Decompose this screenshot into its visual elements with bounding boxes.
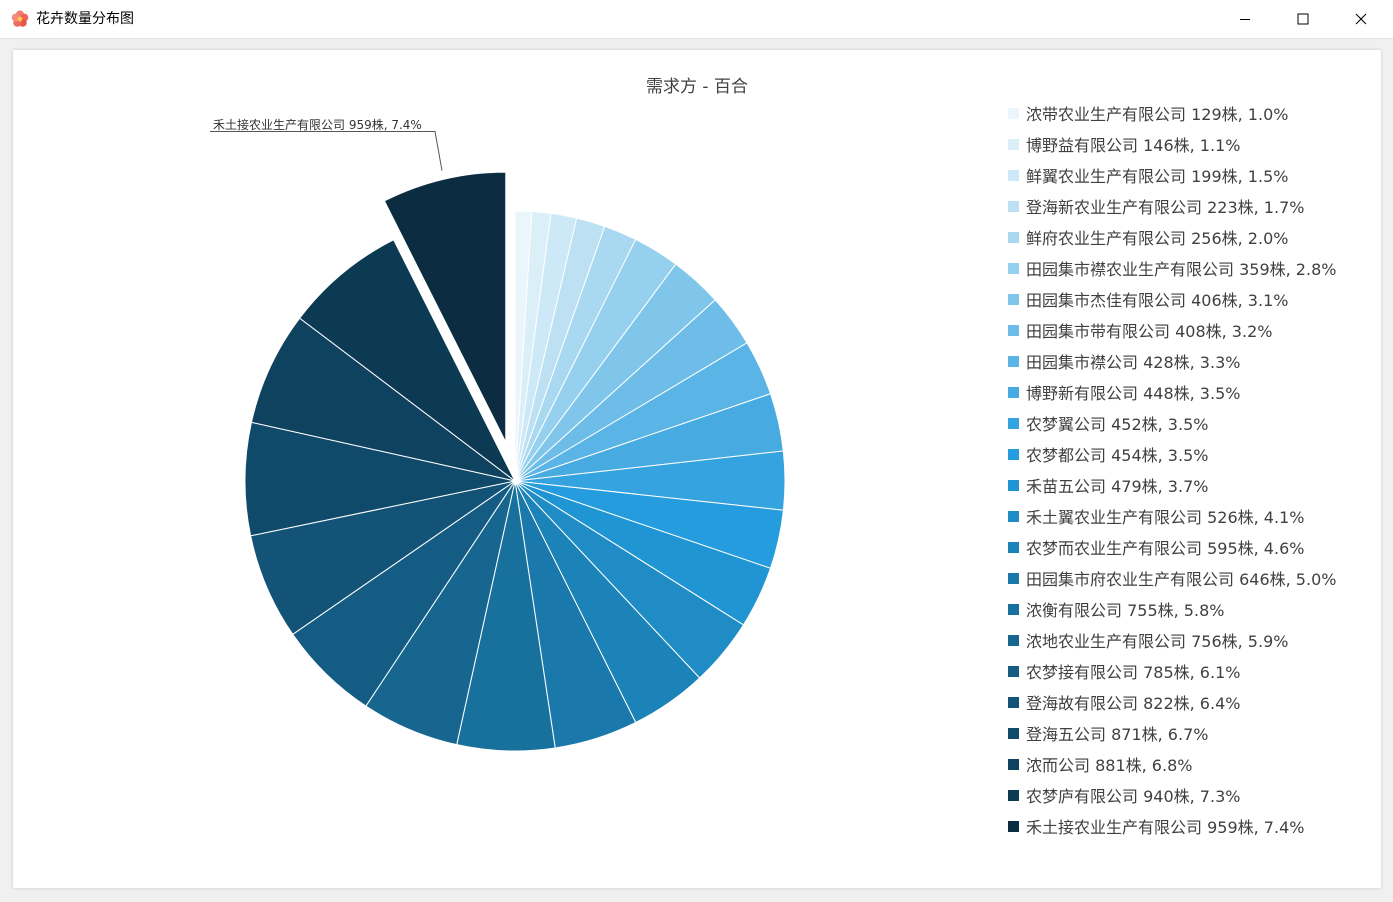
legend-swatch: [1008, 169, 1019, 181]
legend-item[interactable]: 田园集市杰佳有限公司 406株, 3.1%: [1008, 288, 1288, 310]
legend-swatch: [1008, 386, 1019, 398]
legend-label: 农梦接有限公司 785株, 6.1%: [1026, 663, 1241, 682]
legend-label: 浓衡有限公司 755株, 5.8%: [1026, 601, 1225, 620]
legend-swatch: [1008, 758, 1019, 770]
legend-label: 浓地农业生产有限公司 756株, 5.9%: [1026, 632, 1289, 651]
legend-item[interactable]: 禾土翼农业生产有限公司 526株, 4.1%: [1008, 505, 1304, 527]
legend-item[interactable]: 禾苗五公司 479株, 3.7%: [1008, 474, 1208, 496]
legend-item[interactable]: 博野新有限公司 448株, 3.5%: [1008, 381, 1240, 403]
legend-item[interactable]: 浓衡有限公司 755株, 5.8%: [1008, 598, 1224, 620]
legend-item[interactable]: 鲜翼农业生产有限公司 199株, 1.5%: [1008, 164, 1288, 186]
legend-label: 登海故有限公司 822株, 6.4%: [1026, 694, 1241, 713]
legend-item[interactable]: 农梦翼公司 452株, 3.5%: [1008, 412, 1208, 434]
minimize-button[interactable]: [1216, 0, 1274, 38]
legend-swatch: [1008, 448, 1019, 460]
maximize-icon: [1297, 13, 1309, 25]
legend-label: 鲜府农业生产有限公司 256株, 2.0%: [1026, 229, 1289, 248]
chart-panel: 需求方 - 百合 禾土接农业生产有限公司 959株, 7.4% 浓带农业生产有限…: [13, 50, 1381, 888]
window-titlebar: 花卉数量分布图: [0, 0, 1393, 39]
legend-label: 田园集市襟农业生产有限公司 359株, 2.8%: [1026, 260, 1337, 279]
legend-label: 田园集市杰佳有限公司 406株, 3.1%: [1026, 291, 1289, 310]
legend-label: 农梦都公司 454株, 3.5%: [1026, 446, 1209, 465]
maximize-button[interactable]: [1274, 0, 1332, 38]
legend-label: 农梦庐有限公司 940株, 7.3%: [1026, 787, 1241, 806]
legend-label: 登海五公司 871株, 6.7%: [1026, 725, 1209, 744]
legend-item[interactable]: 禾土接农业生产有限公司 959株, 7.4%: [1008, 815, 1304, 837]
legend-item[interactable]: 浓带农业生产有限公司 129株, 1.0%: [1008, 102, 1288, 124]
legend-swatch: [1008, 541, 1019, 553]
minimize-icon: [1240, 19, 1250, 20]
legend-label: 田园集市襟公司 428株, 3.3%: [1026, 353, 1241, 372]
legend-swatch: [1008, 200, 1019, 212]
legend-item[interactable]: 登海故有限公司 822株, 6.4%: [1008, 691, 1240, 713]
legend-label: 登海新农业生产有限公司 223株, 1.7%: [1026, 198, 1305, 217]
legend-swatch: [1008, 293, 1019, 305]
legend-swatch: [1008, 820, 1019, 832]
flower-app-icon: [11, 10, 29, 27]
legend-item[interactable]: 登海五公司 871株, 6.7%: [1008, 722, 1208, 744]
exploded-slice-callout-label: 禾土接农业生产有限公司 959株, 7.4%: [213, 118, 422, 132]
legend-label: 博野新有限公司 448株, 3.5%: [1026, 384, 1241, 403]
legend-item[interactable]: 田园集市带有限公司 408株, 3.2%: [1008, 319, 1272, 341]
legend-label: 田园集市带有限公司 408株, 3.2%: [1026, 322, 1273, 341]
legend-item[interactable]: 田园集市襟农业生产有限公司 359株, 2.8%: [1008, 257, 1336, 279]
legend-swatch: [1008, 696, 1019, 708]
legend-label: 农梦翼公司 452株, 3.5%: [1026, 415, 1209, 434]
legend-swatch: [1008, 355, 1019, 367]
legend-label: 禾土翼农业生产有限公司 526株, 4.1%: [1026, 508, 1305, 527]
legend-label: 田园集市府农业生产有限公司 646株, 5.0%: [1026, 570, 1337, 589]
callout-leader-line: [210, 131, 443, 171]
legend-item[interactable]: 浓地农业生产有限公司 756株, 5.9%: [1008, 629, 1288, 651]
legend-label: 浓而公司 881株, 6.8%: [1026, 756, 1193, 775]
legend-item[interactable]: 农梦而农业生产有限公司 595株, 4.6%: [1008, 536, 1304, 558]
legend-swatch: [1008, 603, 1019, 615]
legend-label: 鲜翼农业生产有限公司 199株, 1.5%: [1026, 167, 1289, 186]
legend-item[interactable]: 博野益有限公司 146株, 1.1%: [1008, 133, 1240, 155]
legend-label: 博野益有限公司 146株, 1.1%: [1026, 136, 1241, 155]
legend-item[interactable]: 田园集市襟公司 428株, 3.3%: [1008, 350, 1240, 372]
legend-label: 农梦而农业生产有限公司 595株, 4.6%: [1026, 539, 1305, 558]
legend-item[interactable]: 登海新农业生产有限公司 223株, 1.7%: [1008, 195, 1304, 217]
legend-swatch: [1008, 138, 1019, 150]
legend-swatch: [1008, 324, 1019, 336]
legend-swatch: [1008, 107, 1019, 119]
legend-item[interactable]: 农梦庐有限公司 940株, 7.3%: [1008, 784, 1240, 806]
legend-swatch: [1008, 417, 1019, 429]
legend-item[interactable]: 农梦都公司 454株, 3.5%: [1008, 443, 1208, 465]
legend-label: 禾土接农业生产有限公司 959株, 7.4%: [1026, 818, 1305, 837]
legend-swatch: [1008, 262, 1019, 274]
legend-label: 浓带农业生产有限公司 129株, 1.0%: [1026, 105, 1289, 124]
legend-item[interactable]: 鲜府农业生产有限公司 256株, 2.0%: [1008, 226, 1288, 248]
legend-swatch: [1008, 727, 1019, 739]
close-icon: [1355, 13, 1367, 25]
legend-item[interactable]: 田园集市府农业生产有限公司 646株, 5.0%: [1008, 567, 1336, 589]
legend-item[interactable]: 浓而公司 881株, 6.8%: [1008, 753, 1192, 775]
legend-swatch: [1008, 510, 1019, 522]
window-title: 花卉数量分布图: [36, 11, 134, 27]
pie-chart: [210, 131, 786, 752]
legend-swatch: [1008, 634, 1019, 646]
legend-swatch: [1008, 479, 1019, 491]
legend-swatch: [1008, 665, 1019, 677]
legend-swatch: [1008, 572, 1019, 584]
legend-label: 禾苗五公司 479株, 3.7%: [1026, 477, 1209, 496]
legend-swatch: [1008, 231, 1019, 243]
legend-item[interactable]: 农梦接有限公司 785株, 6.1%: [1008, 660, 1240, 682]
close-button[interactable]: [1332, 0, 1390, 38]
legend-swatch: [1008, 789, 1019, 801]
